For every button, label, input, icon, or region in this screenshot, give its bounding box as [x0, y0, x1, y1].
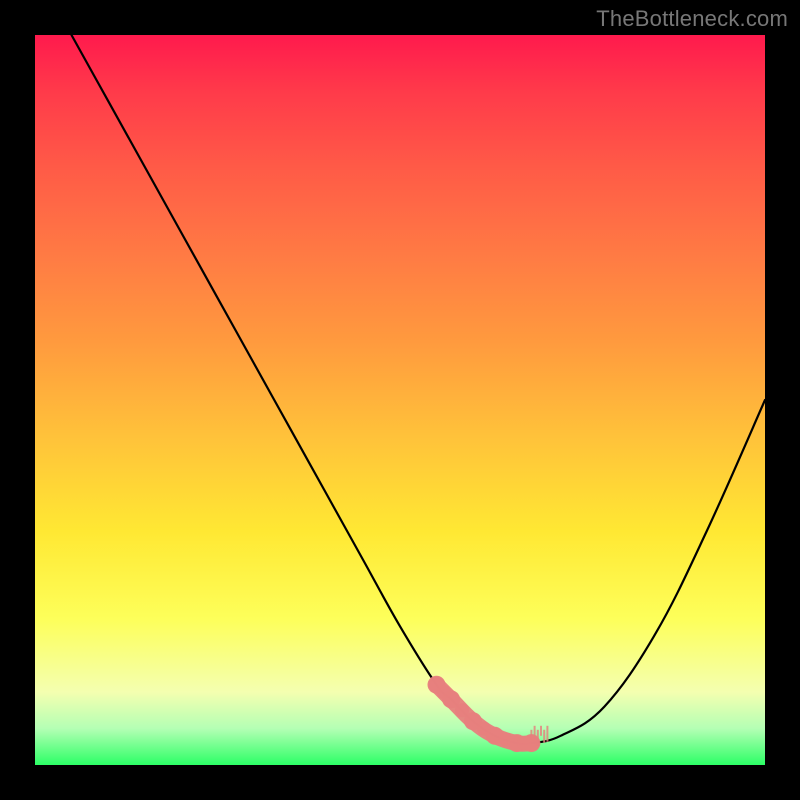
chart-frame: TheBottleneck.com	[0, 0, 800, 800]
bottleneck-curve-path	[72, 35, 766, 744]
watermark-text: TheBottleneck.com	[596, 6, 788, 32]
plot-area	[35, 35, 765, 765]
curve-svg	[35, 35, 765, 765]
valley-highlight	[428, 676, 548, 752]
